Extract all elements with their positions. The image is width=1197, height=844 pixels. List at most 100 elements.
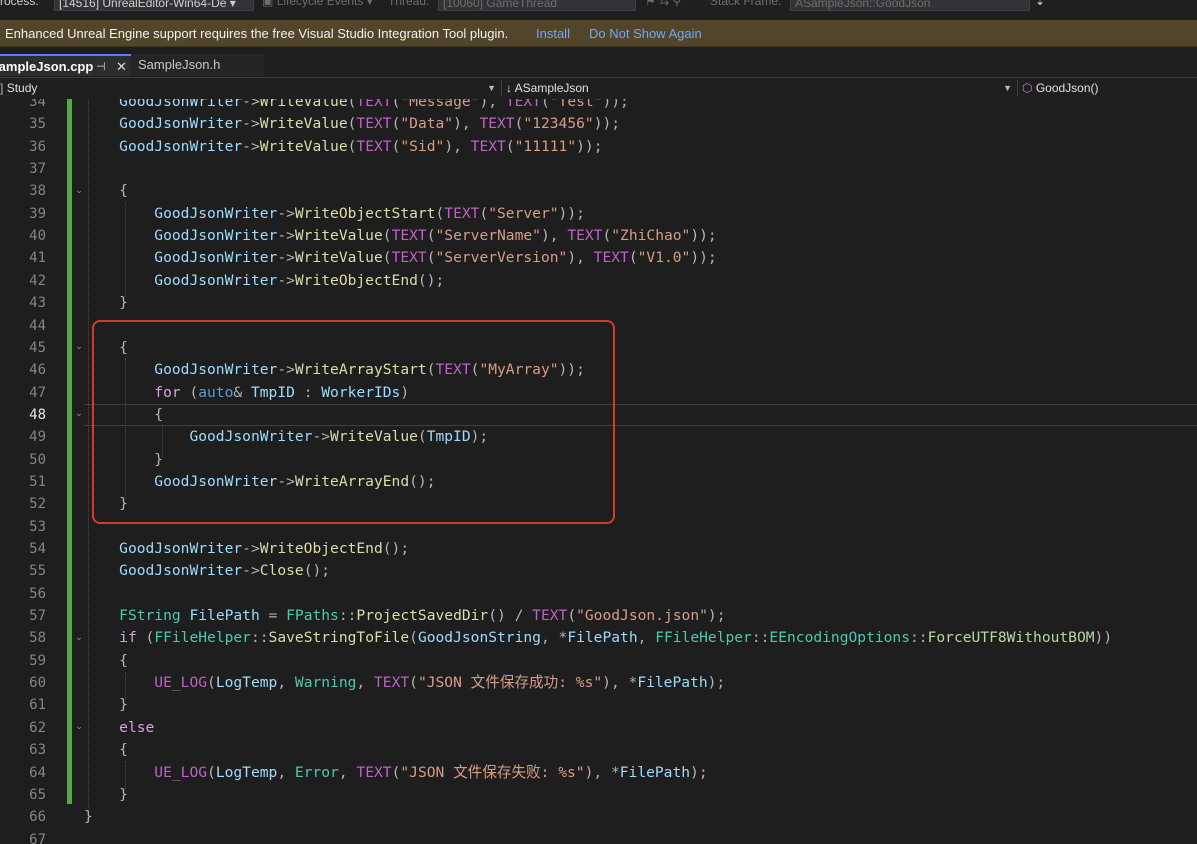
code-token: "JSON 文件保存成功: %s" [417, 674, 603, 692]
code-token: ); [707, 607, 726, 625]
code-line[interactable]: 35 GoodJsonWriter->WriteValue(TEXT("Data… [0, 113, 1197, 135]
code-token: -> [277, 271, 295, 289]
code-line[interactable]: 42 GoodJsonWriter->WriteObjectEnd(); [0, 270, 1197, 292]
code-token: Error [294, 763, 339, 781]
flag-icon[interactable]: ⚑ ⇆ ⚲ [645, 0, 681, 8]
code-token: "GoodJson.json" [576, 607, 708, 625]
line-number: 63 [29, 742, 46, 759]
code-token: ), * [584, 763, 620, 781]
line-number: 64 [29, 764, 46, 781]
line-number: 56 [29, 585, 46, 602]
code-token: -> [242, 99, 260, 110]
code-line[interactable]: 43 } [0, 292, 1197, 314]
code-line[interactable]: 59 { [0, 650, 1197, 672]
code-token: ), [567, 249, 594, 267]
line-number: 45 [29, 339, 46, 356]
code-line[interactable]: 39 GoodJsonWriter->WriteObjectStart(TEXT… [0, 203, 1197, 225]
code-token: ), [444, 137, 471, 155]
code-line[interactable]: 64 UE_LOG(LogTemp, Error, TEXT("JSON 文件保… [0, 762, 1197, 784]
code-token: )); [558, 204, 585, 222]
line-number: 57 [29, 608, 46, 625]
code-line[interactable]: 55 GoodJsonWriter->Close(); [0, 560, 1197, 582]
code-token: -> [277, 204, 295, 222]
tab-samplejson-h[interactable]: SampleJson.h [131, 54, 264, 76]
code-token: TEXT [444, 204, 480, 222]
code-token: UE_LOG [154, 674, 208, 692]
code-editor[interactable]: ⌄ ⌄ ⌄ ⌄ ⌄ 34 GoodJsonWriter->WriteValue(… [0, 99, 1197, 844]
code-text: UE_LOG(LogTemp, Warning, TEXT("JSON 文件保存… [84, 672, 725, 694]
code-line[interactable]: 34 GoodJsonWriter->WriteValue(TEXT("Mess… [0, 99, 1197, 113]
code-token: :: [910, 629, 928, 647]
project-dropdown[interactable]: ] Study ▼ [0, 78, 500, 98]
code-token: } [84, 808, 93, 826]
code-token: "123456" [523, 115, 594, 133]
code-token: WriteValue [294, 227, 383, 245]
code-token: GoodJsonWriter [119, 115, 243, 133]
install-link[interactable]: Install [536, 20, 570, 47]
code-line[interactable]: 41 GoodJsonWriter->WriteValue(TEXT("Serv… [0, 247, 1197, 269]
code-line[interactable]: 37 [0, 158, 1197, 180]
code-token: ( [207, 674, 216, 692]
code-line[interactable]: 36 GoodJsonWriter->WriteValue(TEXT("Sid"… [0, 136, 1197, 158]
tab-label: SampleJson.cpp [0, 59, 94, 74]
thread-value: [10060] GameThread [443, 0, 558, 10]
code-line[interactable]: 57 FString FilePath = FPaths::ProjectSav… [0, 605, 1197, 627]
info-bar: Enhanced Unreal Engine support requires … [0, 20, 1197, 47]
code-token: ( [567, 607, 577, 625]
navigation-bar: ] Study ▼ ↓ ASampleJson ▼ ⬡ GoodJson() [0, 78, 1197, 100]
code-token: GoodJsonWriter [154, 249, 278, 267]
code-line[interactable]: 63 { [0, 739, 1197, 761]
chevron-down-icon: ▼ [1003, 83, 1012, 93]
lifecycle-events-button[interactable]: ▣ Lifecycle Events ▾ [262, 0, 373, 8]
code-token: "Data" [400, 115, 454, 133]
toolbar-overflow-icon[interactable]: ⇣ [1035, 0, 1045, 8]
code-token: } [84, 696, 128, 714]
document-tabs: SampleJson.cpp ⊣ ✕ SampleJson.h [0, 53, 1197, 79]
code-token: GoodJsonWriter [119, 99, 243, 110]
code-token: GoodJsonWriter [154, 204, 278, 222]
tab-samplejson-cpp[interactable]: SampleJson.cpp ⊣ ✕ [0, 54, 131, 76]
line-number: 50 [29, 451, 46, 468]
pin-icon[interactable]: ⊣ [96, 56, 106, 78]
code-text: } [84, 694, 128, 716]
code-token: WriteValue [259, 99, 348, 110]
code-line[interactable]: 61 } [0, 694, 1197, 716]
code-token: ), * [602, 674, 638, 692]
stack-frame-dropdown[interactable]: ASampleJson::GoodJson [790, 0, 1030, 11]
code-line[interactable]: 54 GoodJsonWriter->WriteObjectEnd(); [0, 538, 1197, 560]
code-line[interactable]: 67 [0, 829, 1197, 844]
code-line[interactable]: 58 if (FFileHelper::SaveStringToFile(Goo… [0, 627, 1197, 649]
thread-dropdown[interactable]: [10060] GameThread [438, 0, 636, 11]
code-token: } [84, 785, 128, 803]
code-line[interactable]: 66} [0, 806, 1197, 828]
code-token: { [84, 741, 128, 759]
code-token: )); [690, 249, 717, 267]
code-line[interactable]: 56 [0, 583, 1197, 605]
code-token: ( [628, 249, 638, 267]
do-not-show-again-link[interactable]: Do Not Show Again [589, 20, 702, 47]
code-line[interactable]: 60 UE_LOG(LogTemp, Warning, TEXT("JSON 文… [0, 672, 1197, 694]
code-token: () / [488, 607, 533, 625]
code-text: GoodJsonWriter->WriteValue(TEXT("Sid"), … [84, 136, 602, 158]
line-number: 58 [29, 630, 46, 647]
code-token: "ZhiChao" [611, 227, 691, 245]
line-number: 49 [29, 429, 46, 446]
scope-dropdown[interactable]: ↓ ASampleJson ▼ [506, 78, 1016, 98]
code-token: :: [250, 629, 269, 647]
code-line[interactable]: 65 } [0, 784, 1197, 806]
code-token: ForceUTF8WithoutBOM [927, 629, 1095, 647]
close-icon[interactable]: ✕ [116, 56, 127, 78]
code-line[interactable]: 40 GoodJsonWriter->WriteValue(TEXT("Serv… [0, 225, 1197, 247]
code-text: { [84, 180, 128, 202]
process-dropdown[interactable]: [14516] UnrealEditor-Win64-De ▾ [54, 0, 254, 11]
code-token: TEXT [593, 249, 629, 267]
project-icon: ] [0, 81, 4, 95]
code-line[interactable]: 62 else [0, 717, 1197, 739]
member-dropdown[interactable]: ⬡ GoodJson() [1022, 78, 1197, 98]
code-line[interactable]: 38 { [0, 180, 1197, 202]
code-token: "Test" [549, 99, 603, 110]
